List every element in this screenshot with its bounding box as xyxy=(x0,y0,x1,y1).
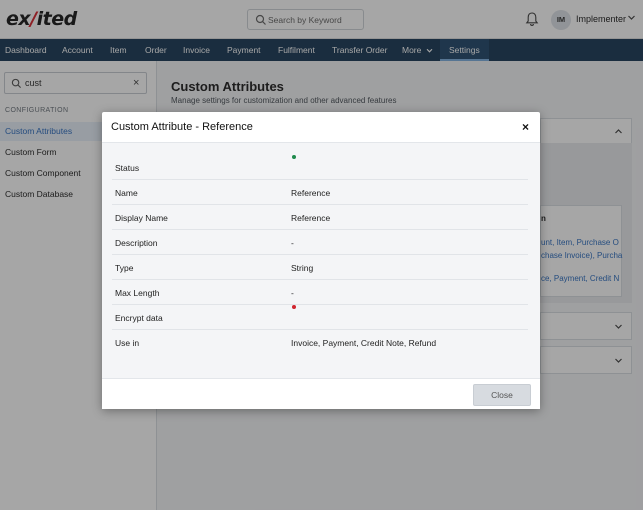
detail-value: Reference xyxy=(291,213,331,223)
modal-title: Custom Attribute - Reference xyxy=(111,121,253,133)
detail-label: Status xyxy=(115,163,140,173)
detail-label: Name xyxy=(115,188,138,198)
detail-row-display-name: Display Name Reference xyxy=(112,205,528,230)
detail-label: Display Name xyxy=(115,213,168,223)
close-button[interactable]: Close xyxy=(473,384,531,406)
detail-label: Encrypt data xyxy=(115,313,163,323)
modal-body: Status Name Reference Display Name Refer… xyxy=(102,143,540,378)
detail-value: Reference xyxy=(291,188,331,198)
detail-value: - xyxy=(291,238,294,248)
detail-label: Type xyxy=(115,263,134,273)
detail-row-use-in: Use in Invoice, Payment, Credit Note, Re… xyxy=(112,330,528,355)
close-icon[interactable]: × xyxy=(522,120,529,134)
detail-value: Invoice, Payment, Credit Note, Refund xyxy=(291,338,437,348)
detail-row-max-length: Max Length - xyxy=(112,280,528,305)
detail-row-name: Name Reference xyxy=(112,180,528,205)
modal-header: Custom Attribute - Reference × xyxy=(102,112,540,143)
detail-label: Use in xyxy=(115,338,140,348)
encrypt-dot-icon xyxy=(292,305,296,309)
detail-row-encrypt-data: Encrypt data xyxy=(112,305,528,330)
detail-row-type: Type String xyxy=(112,255,528,280)
detail-label: Description xyxy=(115,238,158,248)
attribute-detail-modal: Custom Attribute - Reference × Status Na… xyxy=(102,112,540,409)
detail-value: - xyxy=(291,288,294,298)
modal-footer: Close xyxy=(102,378,540,409)
detail-value: String xyxy=(291,263,314,273)
status-dot-icon xyxy=(292,155,296,159)
detail-label: Max Length xyxy=(115,288,160,298)
detail-row-status: Status xyxy=(112,155,528,180)
detail-row-description: Description - xyxy=(112,230,528,255)
